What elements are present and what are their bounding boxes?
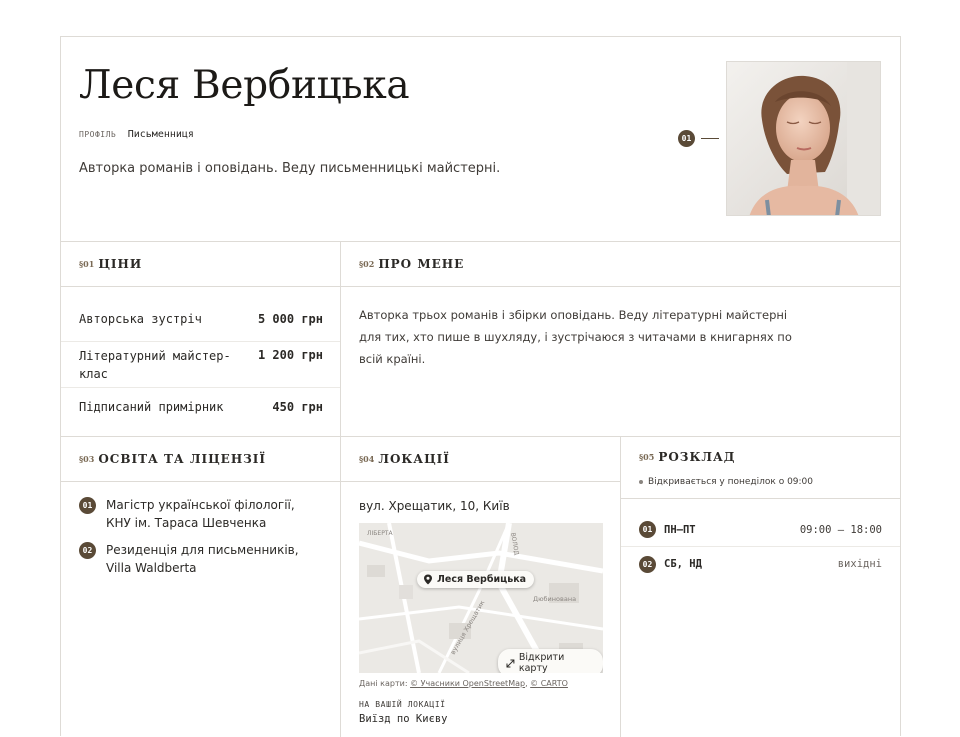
schedule-section: §05 РОЗКЛАД Відкривається у понеділок о …	[621, 437, 900, 737]
schedule-row: 02 СБ, НД вихідні	[621, 547, 900, 581]
attribution-carto-link[interactable]: © CARTO	[530, 679, 568, 688]
open-map-button[interactable]: Відкрити карту	[498, 649, 603, 673]
price-label: Авторська зустріч	[79, 311, 202, 326]
profile-meta: ПРОФІЛЬ Письменниця	[79, 127, 194, 140]
about-text: Авторка трьох романів і збірки оповідань…	[359, 308, 792, 366]
price-label: Літературний майстер-клас	[79, 348, 231, 381]
map-label-district: Дюбинована	[533, 595, 576, 603]
price-value: 450 грн	[272, 400, 323, 414]
education-text: Резиденція для письменників, Villa Waldb…	[106, 543, 299, 575]
locations-num: §04	[359, 454, 375, 464]
portrait-image	[727, 62, 880, 215]
education-heading: §03 ОСВІТА ТА ЛІЦЕНЗІЇ	[61, 437, 340, 482]
map-pin-label: Леся Вербицька	[437, 574, 527, 585]
photo-index-line	[701, 138, 719, 139]
schedule-status: Відкривається у понеділок о 09:00	[639, 477, 813, 487]
near-value: Виїзд по Києву	[359, 713, 448, 725]
map-label-west: ЛІБЕРТА	[367, 530, 393, 537]
schedule-divider	[621, 498, 900, 499]
attribution-osm-link[interactable]: © Учасники OpenStreetMap	[410, 679, 525, 688]
locations-section: §04 ЛОКАЦІЇ вул. Хрещатик, 10, Київ вули…	[341, 437, 621, 737]
location-map[interactable]: вулиця Хрещатик Дюбинована БЕРНЕЦЬКА ГОР…	[359, 523, 603, 673]
attribution-prefix: Дані карти:	[359, 679, 408, 688]
schedule-day: СБ, НД	[664, 558, 702, 570]
meta-key: ПРОФІЛЬ	[79, 130, 117, 139]
location-pin-icon	[424, 574, 432, 585]
schedule-num: §05	[639, 452, 655, 462]
about-num: §02	[359, 259, 375, 269]
locations-title: ЛОКАЦІЇ	[378, 452, 450, 466]
photo-index-badge: 01	[678, 130, 695, 147]
profile-card: Леся Вербицька ПРОФІЛЬ Письменниця Автор…	[60, 36, 901, 737]
about-section: §02 ПРО МЕНЕ Авторка трьох романів і збі…	[341, 242, 900, 437]
prices-num: §01	[79, 259, 95, 269]
profile-name: Леся Вербицька	[79, 63, 410, 108]
prices-heading: §01 ЦІНИ	[61, 242, 340, 287]
education-item: 01 Магістр української філології, КНУ ім…	[61, 496, 340, 532]
photo-index-marker: 01	[678, 130, 719, 147]
open-map-label: Відкрити карту	[518, 652, 565, 673]
about-title: ПРО МЕНЕ	[378, 257, 465, 271]
prices-section: §01 ЦІНИ Авторська зустріч 5 000 грн Літ…	[61, 242, 341, 437]
schedule-title: РОЗКЛАД	[658, 450, 736, 464]
about-heading: §02 ПРО МЕНЕ	[341, 242, 900, 287]
expand-icon	[506, 659, 515, 667]
schedule-day: ПН–ПТ	[664, 523, 696, 536]
price-label: Підписаний примірник	[79, 400, 224, 414]
map-pin[interactable]: Леся Вербицька	[417, 571, 535, 588]
education-index: 02	[79, 542, 96, 559]
price-row: Підписаний примірник 450 грн	[61, 388, 340, 426]
education-text: Магістр української філології, КНУ ім. Т…	[106, 498, 295, 530]
meta-value: Письменниця	[127, 129, 194, 140]
location-address: вул. Хрещатик, 10, Київ	[359, 499, 510, 513]
schedule-status-text: Відкривається у понеділок о 09:00	[648, 477, 814, 487]
price-value: 1 200 грн	[257, 348, 323, 362]
status-dot	[639, 480, 643, 484]
profile-photo	[726, 61, 881, 216]
education-list: 01 Магістр української філології, КНУ ім…	[61, 482, 340, 577]
prices-list: Авторська зустріч 5 000 грн Літературний…	[61, 287, 340, 426]
price-row: Літературний майстер-клас 1 200 грн	[61, 342, 340, 388]
price-row: Авторська зустріч 5 000 грн	[61, 287, 340, 342]
schedule-index: 02	[639, 555, 656, 573]
education-index: 01	[79, 497, 96, 514]
map-attribution: Дані карти: © Учасники OpenStreetMap, © …	[359, 679, 568, 688]
locations-heading: §04 ЛОКАЦІЇ	[341, 437, 620, 482]
price-value: 5 000 грн	[257, 311, 323, 326]
prices-title: ЦІНИ	[98, 257, 143, 271]
profile-tagline: Авторка романів і оповідань. Веду письме…	[79, 161, 501, 176]
education-title: ОСВІТА ТА ЛІЦЕНЗІЇ	[98, 452, 267, 466]
schedule-index: 01	[639, 521, 656, 538]
education-item: 02 Резиденція для письменників, Villa Wa…	[61, 541, 340, 577]
schedule-heading: §05 РОЗКЛАД	[621, 437, 900, 477]
education-num: §03	[79, 454, 95, 464]
schedule-time: вихідні	[837, 558, 882, 570]
near-key: НА ВАШІЙ ЛОКАЦІЇ	[359, 700, 446, 709]
schedule-time: 09:00 — 18:00	[799, 523, 882, 536]
profile-header: Леся Вербицька ПРОФІЛЬ Письменниця Автор…	[61, 37, 900, 242]
education-section: §03 ОСВІТА ТА ЛІЦЕНЗІЇ 01 Магістр україн…	[61, 437, 341, 737]
schedule-row: 01 ПН–ПТ 09:00 — 18:00	[621, 513, 900, 547]
